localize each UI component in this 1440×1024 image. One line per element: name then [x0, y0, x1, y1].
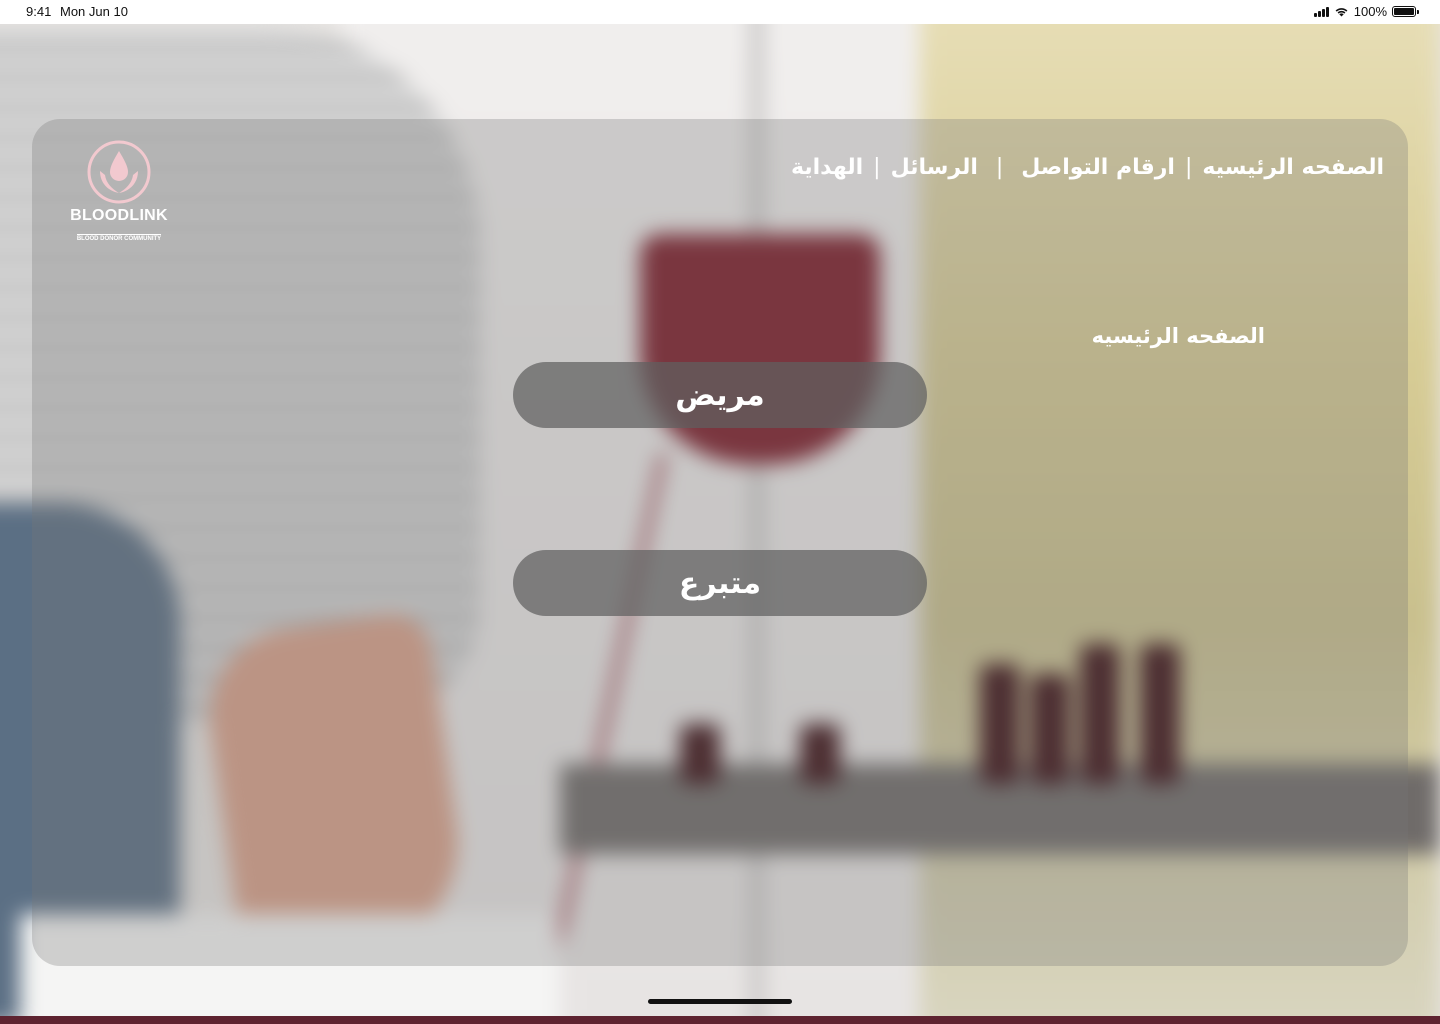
- nav-item-home[interactable]: الصفحه الرئيسيه: [1202, 155, 1384, 180]
- status-time: 9:41: [26, 4, 52, 19]
- donor-button[interactable]: متبرع: [513, 550, 927, 616]
- logo-title: BLOODLINK: [70, 207, 168, 224]
- blood-drop-hands-icon: [87, 140, 151, 204]
- home-indicator[interactable]: [648, 999, 792, 1004]
- status-indicators: 100%: [1313, 4, 1419, 19]
- nav-separator: |: [995, 155, 1004, 180]
- app-screen: 9:41 Mon Jun 10 100% BLOODLINK BLOOD DON…: [0, 0, 1440, 1024]
- bottom-strip: [0, 1016, 1440, 1024]
- page-title: الصفحه الرئيسيه: [1091, 324, 1265, 348]
- wifi-icon: [1335, 8, 1348, 17]
- nav-item-contacts[interactable]: ارقام التواصل: [1021, 155, 1175, 180]
- nav-item-messages[interactable]: الرسائل: [891, 155, 978, 180]
- nav-item-guidance[interactable]: الهداية: [791, 155, 863, 180]
- nav-separator: |: [1184, 155, 1193, 180]
- nav-separator: |: [873, 155, 881, 180]
- logo[interactable]: BLOODLINK BLOOD DONOR COMMUNITY: [64, 139, 174, 244]
- logo-subtitle: BLOOD DONOR COMMUNITY: [76, 234, 162, 242]
- status-date: Mon Jun 10: [60, 4, 128, 19]
- battery-icon: [1392, 6, 1419, 17]
- top-nav: الصفحه الرئيسيه | ارقام التواصل | الرسائ…: [791, 155, 1384, 180]
- main-card: BLOODLINK BLOOD DONOR COMMUNITY الصفحه ا…: [32, 119, 1408, 966]
- patient-button[interactable]: مريض: [513, 362, 927, 428]
- battery-percent: 100%: [1353, 4, 1387, 19]
- signal-icon: [1313, 6, 1329, 17]
- status-bar: 9:41 Mon Jun 10 100%: [0, 0, 1440, 24]
